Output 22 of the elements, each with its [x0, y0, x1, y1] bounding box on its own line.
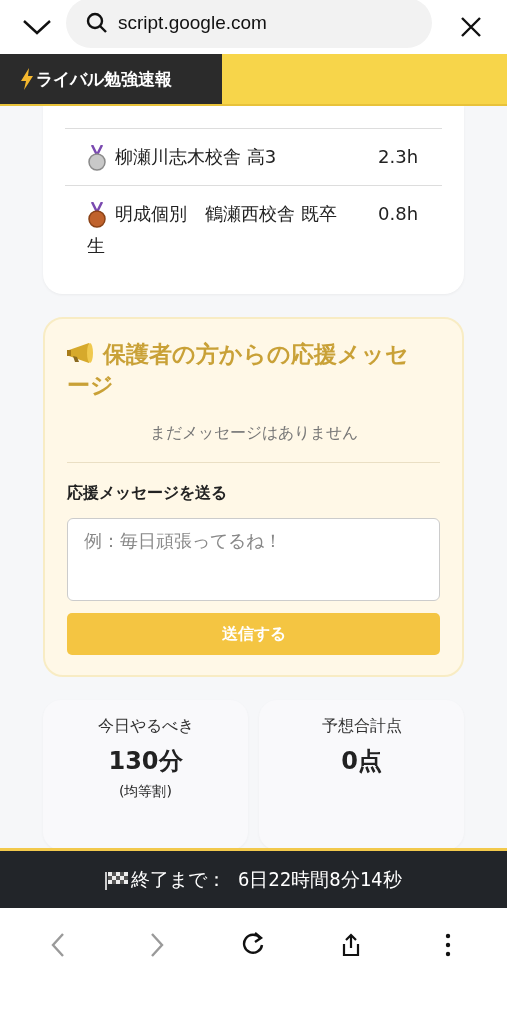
stat-note: (均等割): [118, 783, 173, 801]
countdown-text: 終了まで： 6日22時間8分14秒: [131, 866, 402, 892]
checkered-flag-icon: [105, 869, 130, 890]
stat-value: 0点: [340, 746, 383, 777]
lightning-icon: [20, 68, 34, 90]
chevron-down-icon[interactable]: [22, 19, 52, 35]
banner-title: ライバル勉強速報: [36, 67, 172, 91]
search-icon: [86, 12, 108, 34]
form-label: 応援メッセージを送る: [67, 483, 228, 504]
message-field[interactable]: 例：毎日頑張ってるね！: [67, 518, 440, 601]
message-title: 保護者の方からの応援メッセージ: [67, 340, 410, 400]
study-hours: 0.8h: [378, 202, 420, 226]
address-text: script.google.com: [118, 12, 267, 34]
stat-label: 今日やるべき: [96, 716, 195, 737]
rank-name: 明成個別 鶴瀬西校舎 既卒生: [87, 201, 338, 258]
empty-message: まだメッセージはありません: [148, 423, 359, 444]
stat-value: 130分: [107, 746, 184, 777]
address-bar[interactable]: script.google.com: [66, 0, 432, 48]
close-icon[interactable]: [460, 16, 482, 38]
stat-label: 予想合計点: [320, 716, 403, 737]
rank-name: 柳瀬川志木校舎 高3: [87, 141, 350, 173]
study-hours: 2.3h: [378, 145, 420, 169]
